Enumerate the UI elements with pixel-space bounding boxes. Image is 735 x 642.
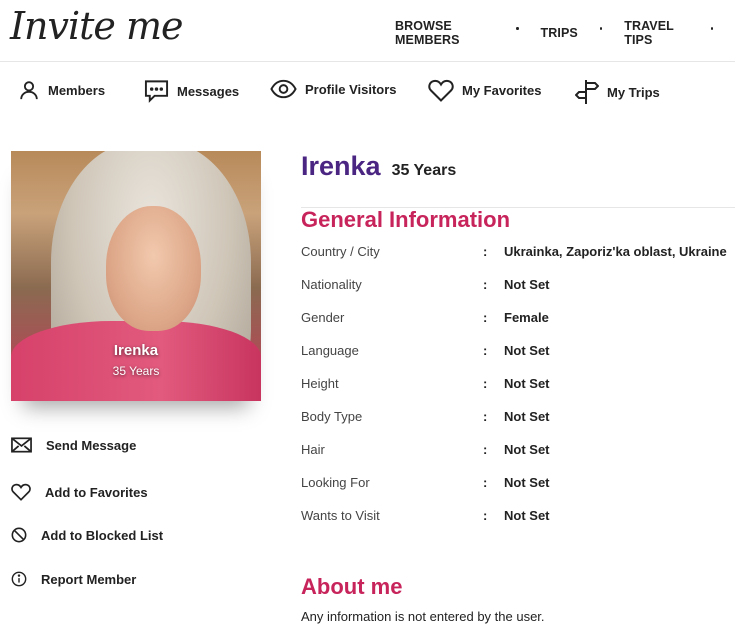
nav-trips[interactable]: TRIPS — [541, 26, 578, 40]
subnav-members[interactable]: Members — [18, 79, 105, 101]
nav-browse-members[interactable]: BROWSE MEMBERS — [395, 19, 494, 47]
photo-caption: Irenka 35 Years — [11, 342, 261, 378]
info-icon — [11, 571, 27, 587]
info-value: Not Set — [504, 343, 550, 358]
subnav-messages[interactable]: Messages — [144, 79, 239, 103]
info-separator: : — [483, 475, 488, 490]
info-value: Ukrainka, Zaporiz'ka oblast, Ukraine — [504, 244, 727, 259]
info-value: Not Set — [504, 409, 550, 424]
photo-age: 35 Years — [112, 364, 160, 378]
info-label: Nationality — [301, 277, 362, 292]
profile-heading: Irenka 35 Years — [301, 151, 456, 182]
info-label: Wants to Visit — [301, 508, 380, 523]
about-me-text: Any information is not entered by the us… — [301, 609, 545, 624]
subnav-my-trips[interactable]: My Trips — [575, 79, 660, 105]
info-row-hair: Hair : Not Set — [301, 442, 735, 462]
site-logo[interactable]: Invite me — [10, 4, 183, 48]
info-row-gender: Gender : Female — [301, 310, 735, 330]
info-row-height: Height : Not Set — [301, 376, 735, 396]
profile-name: Irenka — [301, 151, 381, 181]
member-subnav: Members Messages Profile Visitors My Fav… — [0, 62, 735, 122]
action-label: Report Member — [41, 571, 137, 587]
subnav-label: Messages — [177, 83, 240, 99]
info-separator: : — [483, 310, 488, 325]
about-me-title: About me — [301, 574, 403, 599]
action-label: Add to Favorites — [45, 484, 148, 500]
info-label: Looking For — [301, 475, 370, 490]
send-message-button[interactable]: Send Message — [11, 437, 136, 453]
nav-travel-tips[interactable]: TRAVEL TIPS — [624, 19, 688, 47]
eye-icon — [270, 79, 297, 99]
info-value: Not Set — [504, 277, 550, 292]
photo-name: Irenka — [113, 342, 159, 359]
info-row-wants-to-visit: Wants to Visit : Not Set — [301, 508, 735, 528]
info-row-nationality: Nationality : Not Set — [301, 277, 735, 297]
nav-separator-dot — [516, 26, 519, 30]
profile-photo[interactable]: Irenka 35 Years — [11, 151, 261, 401]
info-row-body-type: Body Type : Not Set — [301, 409, 735, 429]
info-separator: : — [483, 508, 488, 523]
subnav-my-favorites[interactable]: My Favorites — [428, 79, 541, 102]
action-label: Add to Blocked List — [41, 527, 164, 543]
subnav-label: My Trips — [607, 84, 660, 100]
main-nav: BROWSE MEMBERS TRIPS TRAVEL TIPS — [395, 19, 735, 47]
info-label: Gender — [301, 310, 345, 325]
info-separator: : — [483, 409, 488, 424]
info-separator: : — [483, 277, 488, 292]
subnav-label: Profile Visitors — [305, 81, 397, 97]
info-separator: : — [483, 244, 488, 259]
block-icon — [11, 527, 27, 543]
info-separator: : — [483, 376, 488, 391]
add-to-blocked-list-button[interactable]: Add to Blocked List — [11, 527, 163, 543]
photo-face — [106, 206, 201, 331]
info-label: Height — [301, 376, 339, 391]
add-to-favorites-button[interactable]: Add to Favorites — [11, 483, 148, 501]
top-bar: Invite me BROWSE MEMBERS TRIPS TRAVEL TI… — [0, 0, 735, 58]
chat-icon — [144, 80, 169, 103]
signpost-icon — [575, 80, 599, 104]
info-separator: : — [483, 442, 488, 457]
info-value: Female — [504, 310, 549, 325]
info-row-looking-for: Looking For : Not Set — [301, 475, 735, 495]
nav-separator-dot — [599, 26, 603, 30]
heart-icon — [11, 483, 31, 501]
info-label: Hair — [301, 442, 325, 457]
info-value: Not Set — [504, 376, 550, 391]
profile-age: 35 Years — [391, 162, 457, 179]
subnav-profile-visitors[interactable]: Profile Visitors — [270, 79, 397, 99]
subnav-label: My Favorites — [462, 83, 542, 98]
info-value: Not Set — [504, 475, 550, 490]
nav-separator-dot — [710, 26, 713, 30]
info-label: Language — [301, 343, 359, 358]
info-label: Body Type — [301, 409, 363, 424]
info-label: Country / City — [301, 244, 380, 259]
envelope-icon — [11, 437, 32, 453]
info-value: Not Set — [504, 508, 550, 523]
info-separator: : — [483, 343, 488, 358]
info-value: Not Set — [504, 442, 550, 457]
subnav-label: Members — [48, 82, 106, 98]
info-row-country-city: Country / City : Ukrainka, Zaporiz'ka ob… — [301, 244, 735, 264]
report-member-button[interactable]: Report Member — [11, 571, 136, 587]
info-row-language: Language : Not Set — [301, 343, 735, 363]
heart-icon — [428, 79, 454, 102]
general-information-title: General Information — [301, 207, 511, 232]
user-icon — [20, 81, 38, 100]
action-label: Send Message — [46, 437, 137, 453]
